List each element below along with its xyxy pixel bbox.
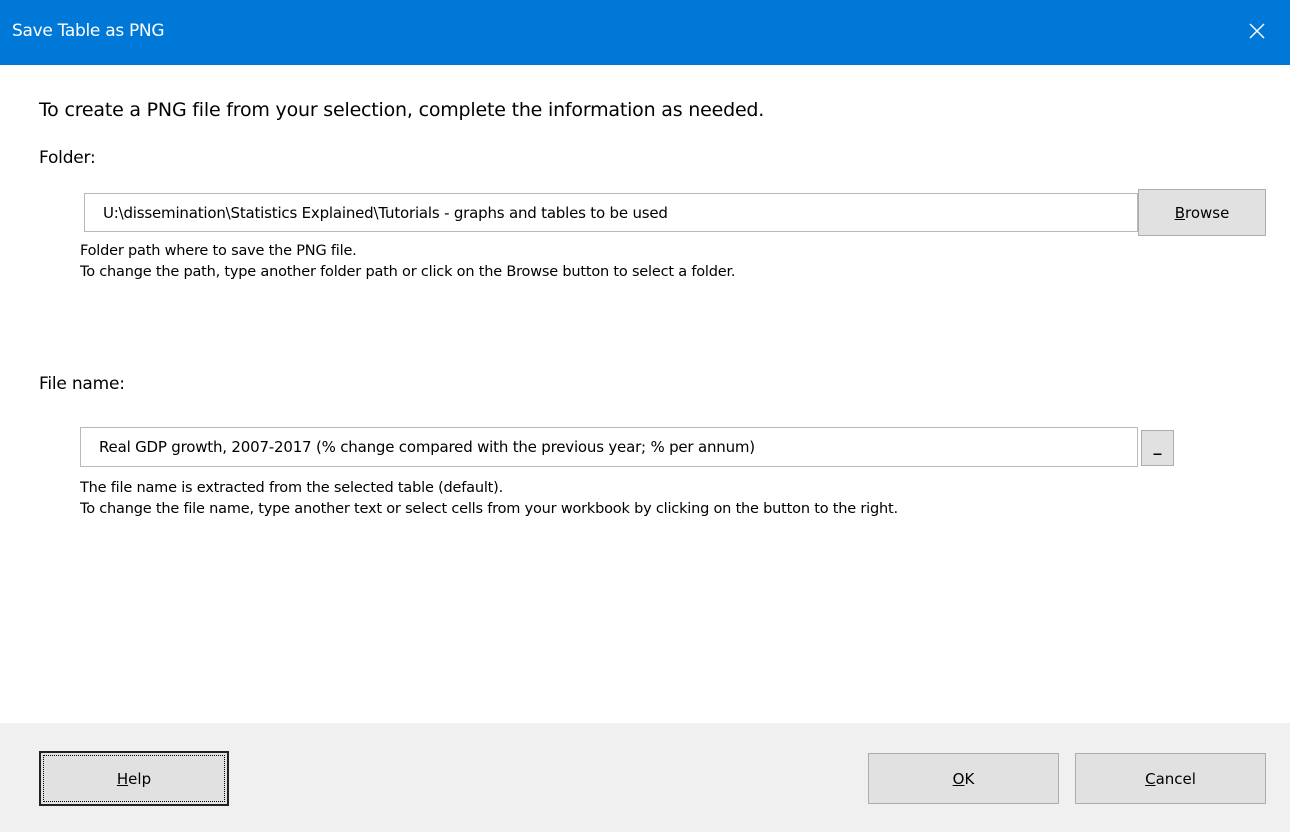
filename-hint-line2: To change the file name, type another te…: [80, 501, 898, 517]
folder-label: Folder:: [39, 148, 96, 168]
cancel-button-label: Cancel: [1145, 769, 1196, 788]
filename-label: File name:: [39, 374, 125, 394]
title-bar: Save Table as PNG: [0, 0, 1290, 65]
folder-hint-line2: To change the path, type another folder …: [80, 264, 736, 280]
select-cells-button[interactable]: _: [1141, 430, 1174, 466]
close-icon: [1248, 22, 1266, 44]
filename-hint-line1: The file name is extracted from the sele…: [80, 480, 504, 496]
select-cells-button-label: _: [1153, 435, 1162, 455]
folder-path-value: U:\dissemination\Statistics Explained\Tu…: [103, 203, 668, 222]
filename-input[interactable]: Real GDP growth, 2007-2017 (% change com…: [80, 427, 1138, 467]
dialog-content: To create a PNG file from your selection…: [0, 65, 1290, 723]
cancel-button[interactable]: Cancel: [1075, 753, 1266, 804]
filename-value: Real GDP growth, 2007-2017 (% change com…: [99, 438, 755, 456]
browse-button-label: Browse: [1174, 203, 1230, 222]
intro-text: To create a PNG file from your selection…: [39, 99, 765, 121]
browse-button[interactable]: Browse: [1138, 189, 1266, 236]
help-button-label: Help: [116, 769, 152, 788]
folder-hint-line1: Folder path where to save the PNG file.: [80, 243, 357, 259]
button-bar: Help OK Cancel: [0, 723, 1290, 832]
close-button[interactable]: [1224, 0, 1290, 65]
help-button[interactable]: Help: [39, 751, 229, 806]
ok-button-label: OK: [952, 769, 975, 788]
ok-button[interactable]: OK: [868, 753, 1059, 804]
folder-path-input[interactable]: U:\dissemination\Statistics Explained\Tu…: [84, 193, 1138, 232]
window-title: Save Table as PNG: [12, 21, 165, 41]
